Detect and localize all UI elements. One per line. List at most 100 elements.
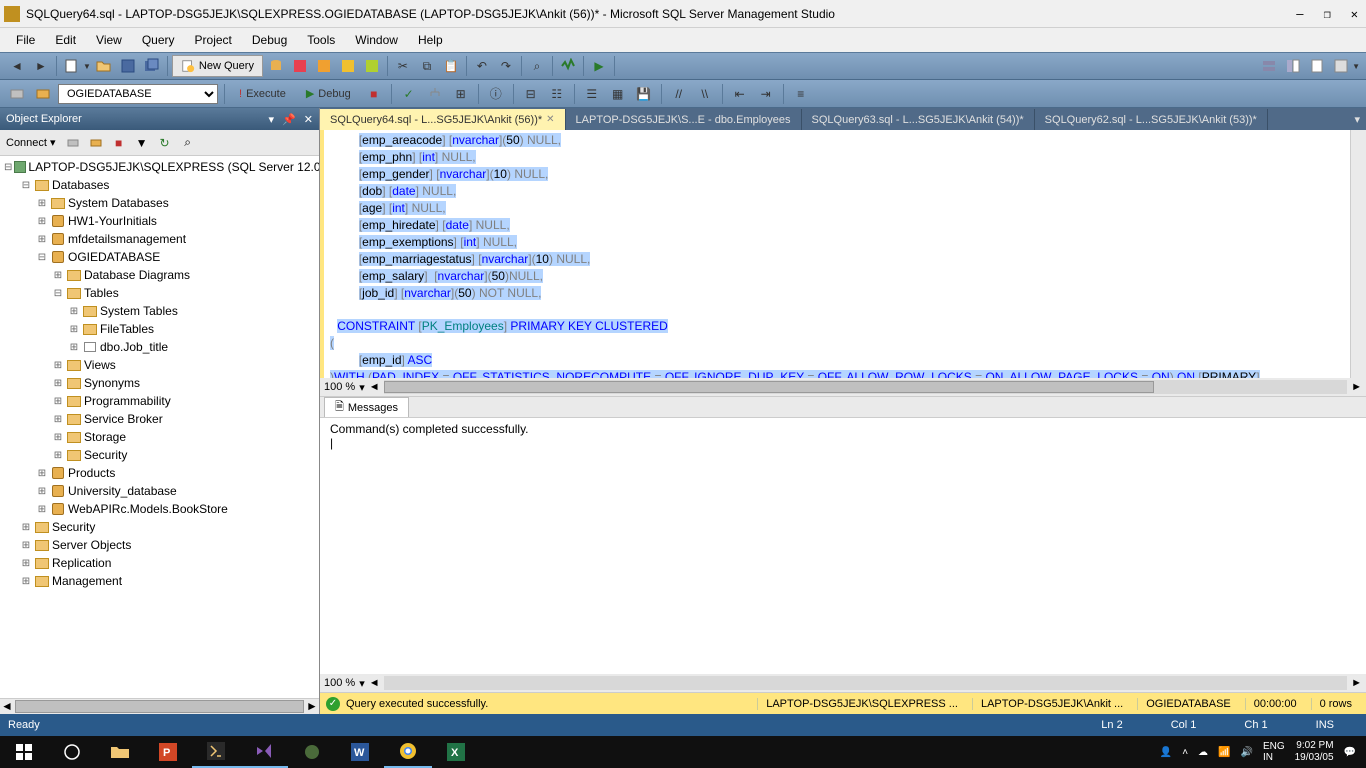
code-content[interactable]: [emp_areacode] [nvarchar](50) NULL, [emp… [324, 130, 1350, 378]
filter-icon[interactable]: ▼ [132, 133, 152, 153]
redo-button[interactable]: ↷ [495, 55, 517, 77]
tree-server-root[interactable]: ⊟LAPTOP-DSG5JEJK\SQLEXPRESS (SQL Server … [0, 158, 319, 176]
zoom-level[interactable]: 100 % [324, 381, 355, 393]
analysis-query-button[interactable] [289, 55, 311, 77]
start-button[interactable]: ▶ [588, 55, 610, 77]
explorer-task[interactable] [96, 736, 144, 768]
tree-servicebroker[interactable]: ⊞Service Broker [0, 410, 319, 428]
tree-filetables[interactable]: ⊞FileTables [0, 320, 319, 338]
parse-button[interactable]: ✓ [398, 83, 420, 105]
results-file-button[interactable]: 💾 [633, 83, 655, 105]
language-indicator[interactable]: ENGIN [1263, 741, 1285, 763]
cut-button[interactable]: ✂ [392, 55, 414, 77]
new-project-button[interactable] [61, 55, 83, 77]
intellisense-button[interactable]: ⓘ [485, 83, 507, 105]
change-connection-button[interactable] [6, 83, 28, 105]
menu-view[interactable]: View [88, 31, 130, 49]
pin-icon[interactable]: 📌 [282, 114, 296, 126]
xmla-query-button[interactable] [361, 55, 383, 77]
tree-storage[interactable]: ⊞Storage [0, 428, 319, 446]
editor-vscroll[interactable] [1350, 130, 1366, 378]
object-explorer-button[interactable] [1282, 55, 1304, 77]
decrease-indent-button[interactable]: ⇤ [729, 83, 751, 105]
tab-query62[interactable]: SQLQuery62.sql - L...SG5JEJK\Ankit (53))… [1035, 109, 1268, 130]
connect-button[interactable]: Connect ▾ [6, 136, 56, 149]
database-selector[interactable]: OGIEDATABASE [58, 84, 218, 104]
save-all-button[interactable] [141, 55, 163, 77]
tab-close-icon[interactable]: ✕ [546, 114, 554, 125]
menu-debug[interactable]: Debug [244, 31, 295, 49]
tree-products[interactable]: ⊞Products [0, 464, 319, 482]
obj-explorer-scrollbar[interactable]: ◄► [0, 698, 319, 714]
include-stats-button[interactable]: ☷ [546, 83, 568, 105]
registered-servers-button[interactable] [1258, 55, 1280, 77]
tree-serverobj[interactable]: ⊞Server Objects [0, 536, 319, 554]
tree-ogie[interactable]: ⊟OGIEDATABASE [0, 248, 319, 266]
start-button[interactable] [0, 736, 48, 768]
find-button[interactable]: ⌕ [526, 55, 548, 77]
tab-overflow-icon[interactable]: ▾ [1348, 109, 1366, 130]
tree-synonyms[interactable]: ⊞Synonyms [0, 374, 319, 392]
code-editor[interactable]: [emp_areacode] [nvarchar](50) NULL, [emp… [320, 130, 1366, 714]
comment-button[interactable]: // [668, 83, 690, 105]
word-task[interactable]: W [336, 736, 384, 768]
results-text-button[interactable]: ☰ [581, 83, 603, 105]
messages-zoom-level[interactable]: 100 % [324, 677, 355, 689]
people-icon[interactable]: 👤 [1160, 747, 1172, 758]
query-options-button[interactable]: ⊞ [450, 83, 472, 105]
panel-dropdown-icon[interactable]: ▾ [269, 114, 275, 126]
tree-university[interactable]: ⊞University_database [0, 482, 319, 500]
menu-project[interactable]: Project [187, 31, 240, 49]
wifi-icon[interactable]: 📶 [1218, 747, 1230, 758]
menu-edit[interactable]: Edit [47, 31, 84, 49]
paste-button[interactable]: 📋 [440, 55, 462, 77]
messages-tab[interactable]: 🗎Messages [324, 397, 409, 417]
menu-tools[interactable]: Tools [299, 31, 343, 49]
menu-query[interactable]: Query [134, 31, 183, 49]
disconnect-icon[interactable] [86, 133, 106, 153]
visualstudio-task[interactable] [240, 736, 288, 768]
execute-button[interactable]: ! Execute [231, 83, 294, 105]
open-button[interactable] [93, 55, 115, 77]
tab-query63[interactable]: SQLQuery63.sql - L...SG5JEJK\Ankit (54))… [802, 109, 1035, 130]
menu-window[interactable]: Window [347, 31, 406, 49]
save-button[interactable] [117, 55, 139, 77]
tray-chevron-icon[interactable]: ˄ [1182, 747, 1188, 758]
mdx-query-button[interactable] [313, 55, 335, 77]
excel-task[interactable]: X [432, 736, 480, 768]
tab-employees[interactable]: LAPTOP-DSG5JEJK\S...E - dbo.Employees [566, 109, 802, 130]
action-center-icon[interactable]: 💬 [1344, 747, 1356, 758]
uncomment-button[interactable]: \\ [694, 83, 716, 105]
object-tree[interactable]: ⊟LAPTOP-DSG5JEJK\SQLEXPRESS (SQL Server … [0, 156, 319, 698]
tree-webapi[interactable]: ⊞WebAPIRc.Models.BookStore [0, 500, 319, 518]
tree-databases[interactable]: ⊟Databases [0, 176, 319, 194]
maximize-button[interactable]: ❐ [1324, 7, 1331, 21]
connect-icon[interactable] [63, 133, 83, 153]
nav-back-button[interactable]: ◄ [6, 55, 28, 77]
template-explorer-button[interactable] [1306, 55, 1328, 77]
results-grid-button[interactable]: ▦ [607, 83, 629, 105]
close-button[interactable]: ✕ [1351, 7, 1358, 21]
chrome-task[interactable] [384, 736, 432, 768]
tree-views[interactable]: ⊞Views [0, 356, 319, 374]
tab-query64[interactable]: SQLQuery64.sql - L...SG5JEJK\Ankit (56))… [320, 109, 566, 130]
new-query-button[interactable]: New Query [172, 55, 263, 77]
tree-diagrams[interactable]: ⊞Database Diagrams [0, 266, 319, 284]
onedrive-icon[interactable]: ☁ [1198, 747, 1208, 758]
undo-button[interactable]: ↶ [471, 55, 493, 77]
tree-hw1[interactable]: ⊞HW1-YourInitials [0, 212, 319, 230]
search-icon[interactable]: ⌕ [178, 133, 198, 153]
menu-help[interactable]: Help [410, 31, 451, 49]
messages-output[interactable]: Command(s) completed successfully. | [320, 418, 1366, 674]
minimize-button[interactable]: — [1296, 7, 1303, 21]
tree-jobtitle[interactable]: ⊞dbo.Job_title [0, 338, 319, 356]
include-plan-button[interactable]: ⊟ [520, 83, 542, 105]
tree-system-tables[interactable]: ⊞System Tables [0, 302, 319, 320]
volume-icon[interactable]: 🔊 [1240, 747, 1252, 758]
powerpoint-task[interactable]: P [144, 736, 192, 768]
unknown-task[interactable] [288, 736, 336, 768]
properties-button[interactable] [1330, 55, 1352, 77]
available-db-button[interactable] [32, 83, 54, 105]
tree-tables[interactable]: ⊟Tables [0, 284, 319, 302]
menu-file[interactable]: File [8, 31, 43, 49]
